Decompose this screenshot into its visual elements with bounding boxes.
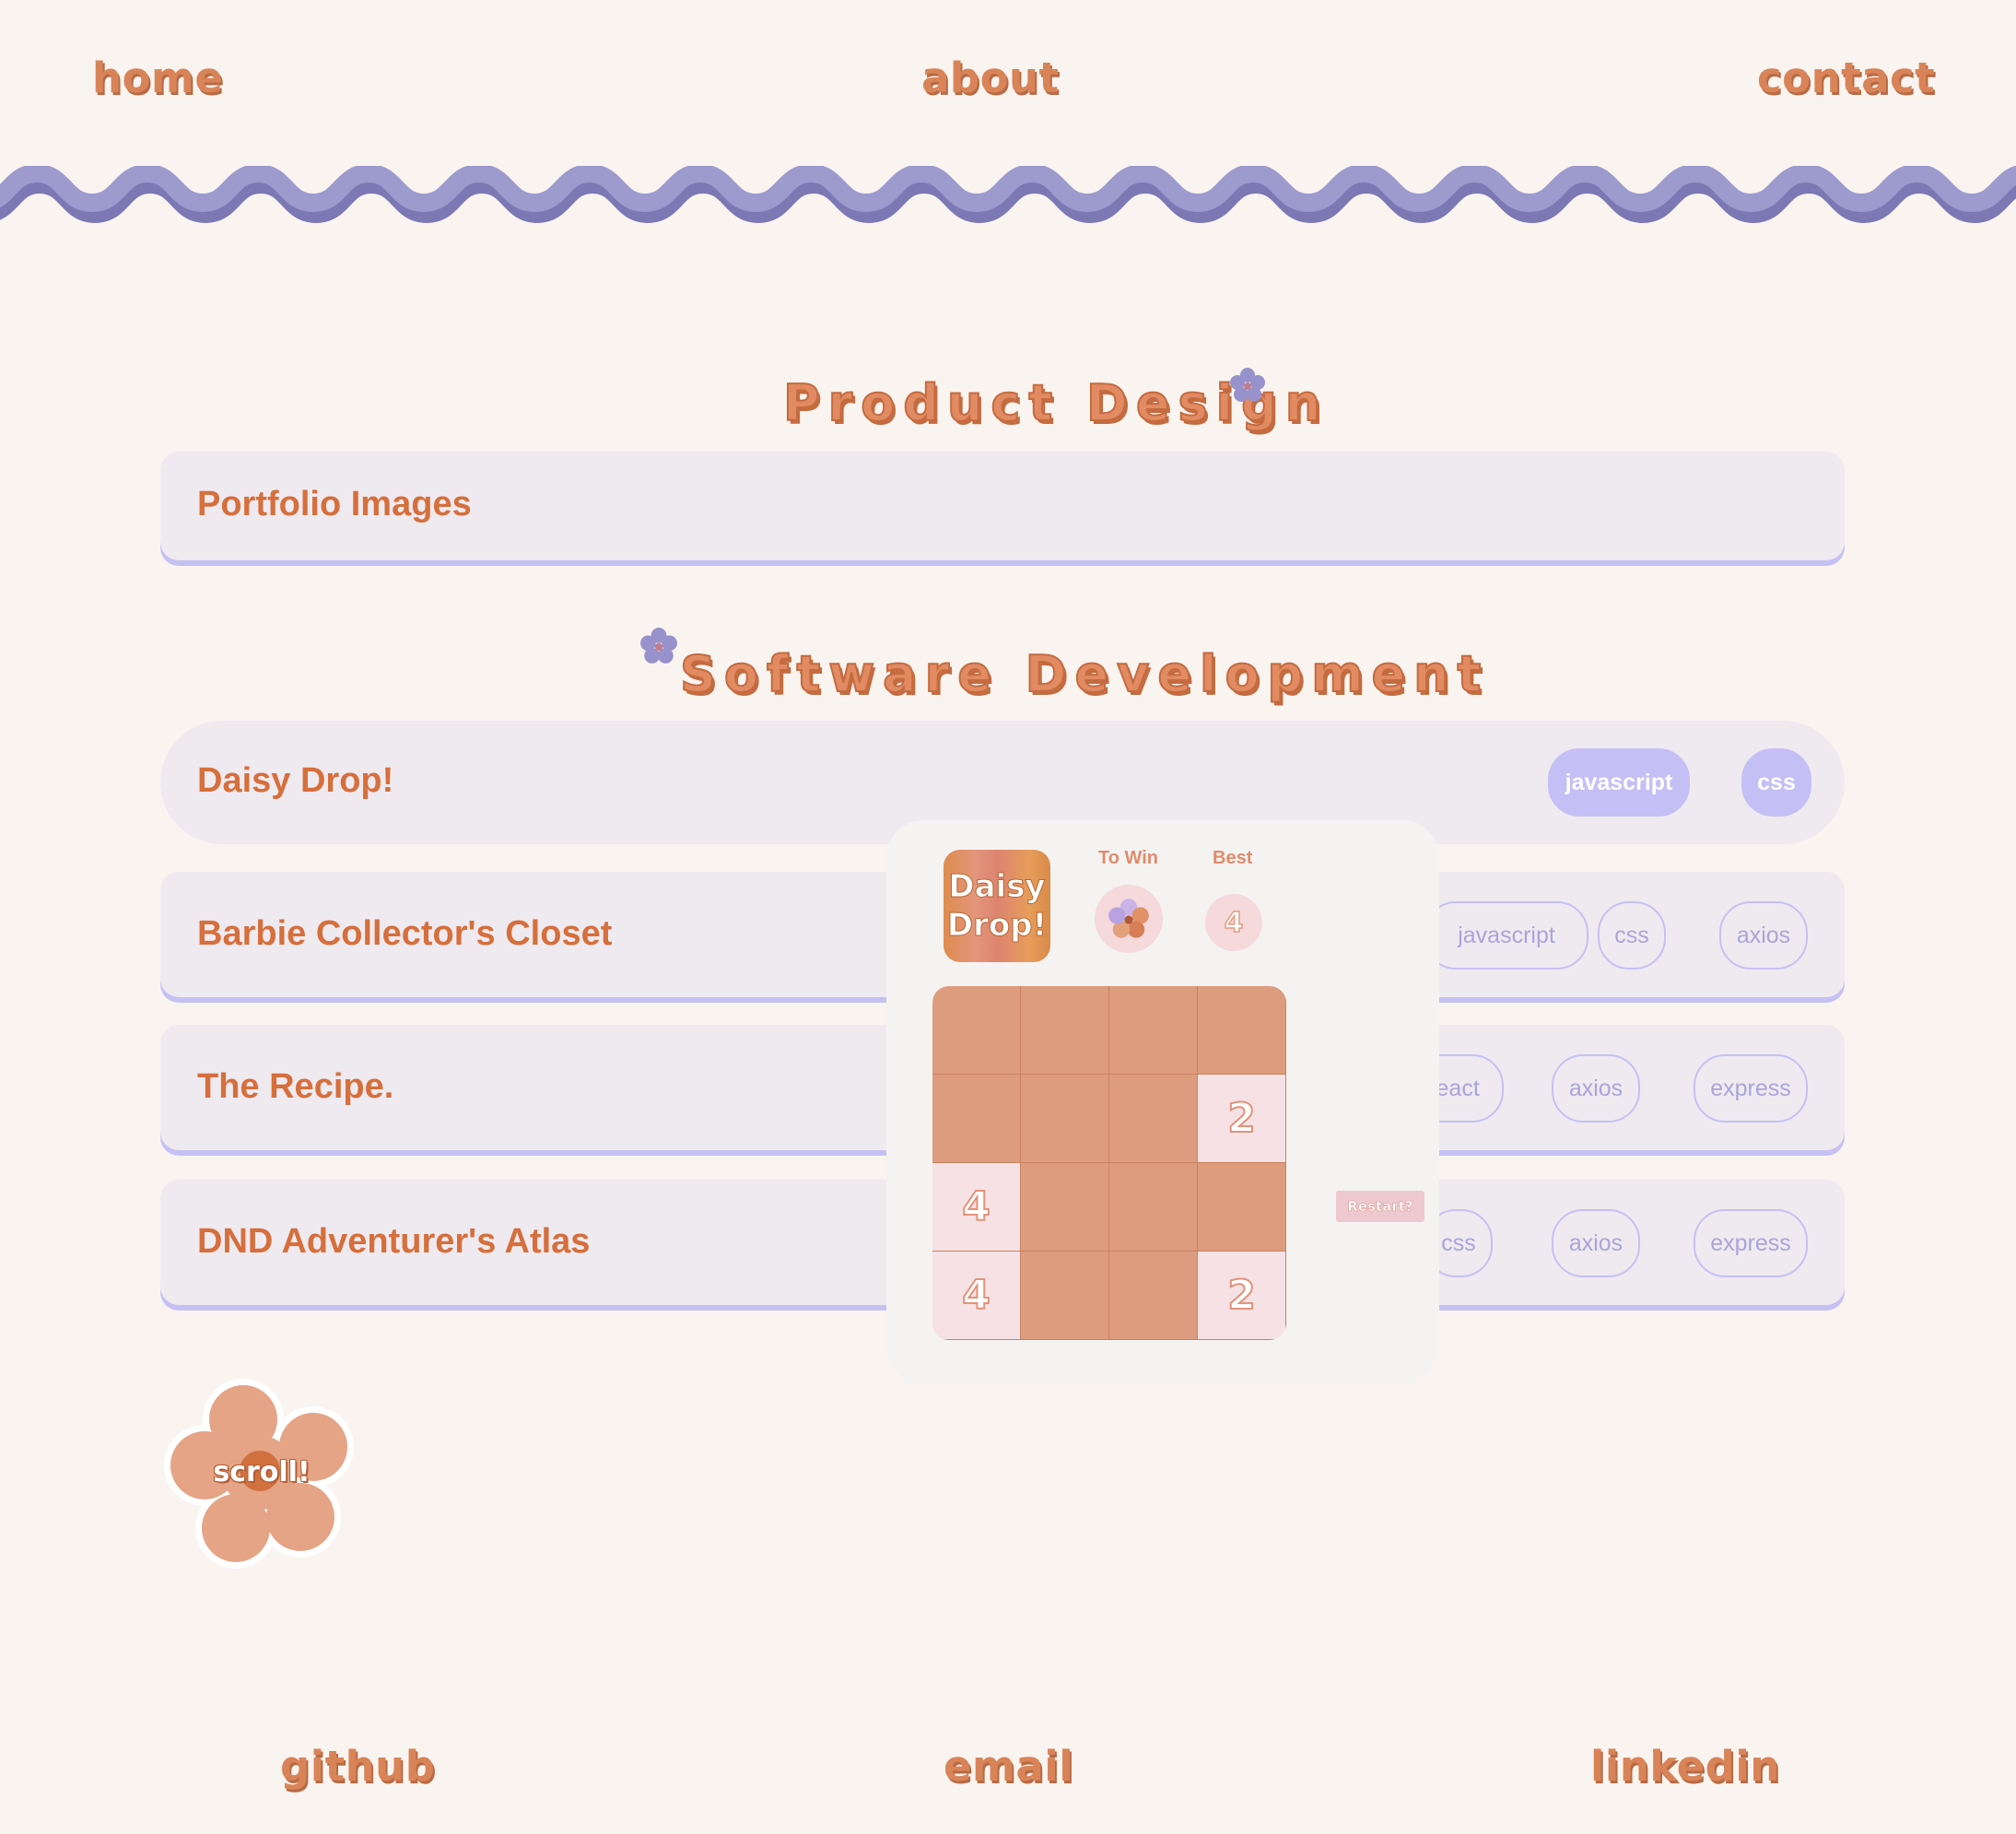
scroll-button[interactable]: scroll! (162, 1379, 361, 1569)
board-cell (1021, 1075, 1109, 1163)
to-win-badge (1095, 885, 1163, 953)
board-cell: 4 (932, 1163, 1021, 1252)
footer-linkedin-link[interactable]: linkedin (1590, 1742, 1780, 1791)
tag-css: css (1598, 901, 1666, 970)
nav-about-link[interactable]: about (921, 53, 1060, 102)
game-logo-line: Daisy (948, 868, 1046, 906)
nav-contact-link[interactable]: contact (1757, 53, 1935, 102)
board-cell (1109, 1075, 1198, 1163)
tag-express: express (1694, 1209, 1808, 1277)
tag-css: css (1741, 748, 1811, 817)
board-cell (1021, 1252, 1109, 1340)
board-cell: 4 (932, 1252, 1021, 1340)
board-cell (1021, 986, 1109, 1075)
footer-email-link[interactable]: email (944, 1742, 1073, 1791)
game-logo-line: Drop! (946, 907, 1048, 945)
daisy-drop-game-preview: Daisy Drop! To Win Best 4 2442 Restart? (886, 820, 1439, 1384)
flower-icon (640, 628, 677, 664)
best-score: 4 (1224, 906, 1244, 940)
restart-button[interactable]: Restart? (1336, 1191, 1424, 1222)
board-cell (932, 1075, 1021, 1163)
card-title: Portfolio Images (197, 485, 472, 523)
software-development-heading: Software Development (679, 644, 1490, 704)
board-cell (1021, 1163, 1109, 1252)
best-badge: 4 (1205, 894, 1262, 951)
nav-home-link[interactable]: home (92, 53, 223, 102)
game-board[interactable]: 2 44 2 (932, 986, 1286, 1340)
tag-express: express (1694, 1054, 1808, 1123)
card-title: Barbie Collector's Closet (197, 914, 613, 953)
board-cell: 2 (1198, 1252, 1286, 1340)
tag-axios: axios (1719, 901, 1808, 970)
board-cell (1109, 1163, 1198, 1252)
daisy-icon (1108, 899, 1149, 938)
footer-github-link[interactable]: github (280, 1742, 435, 1791)
to-win-label: To Win (1098, 848, 1158, 868)
game-logo: Daisy Drop! (944, 850, 1050, 962)
card-title: DND Adventurer's Atlas (197, 1222, 591, 1261)
board-cell (1198, 1163, 1286, 1252)
card-title: The Recipe. (197, 1067, 394, 1106)
board-cell (932, 986, 1021, 1075)
scroll-label: scroll! (213, 1456, 311, 1488)
board-cell (1109, 986, 1198, 1075)
tag-axios: axios (1552, 1209, 1640, 1277)
board-cell (1109, 1252, 1198, 1340)
best-label: Best (1213, 848, 1253, 868)
tag-javascript: javascript (1548, 748, 1690, 817)
flower-icon (1230, 368, 1265, 402)
wave-divider (0, 166, 2016, 224)
card-title: Daisy Drop! (197, 761, 394, 800)
tag-axios: axios (1552, 1054, 1640, 1123)
board-cell (1198, 986, 1286, 1075)
board-cell: 2 (1198, 1075, 1286, 1163)
portfolio-images-card[interactable]: Portfolio Images (160, 452, 1845, 560)
tag-javascript: javascript (1424, 901, 1588, 970)
